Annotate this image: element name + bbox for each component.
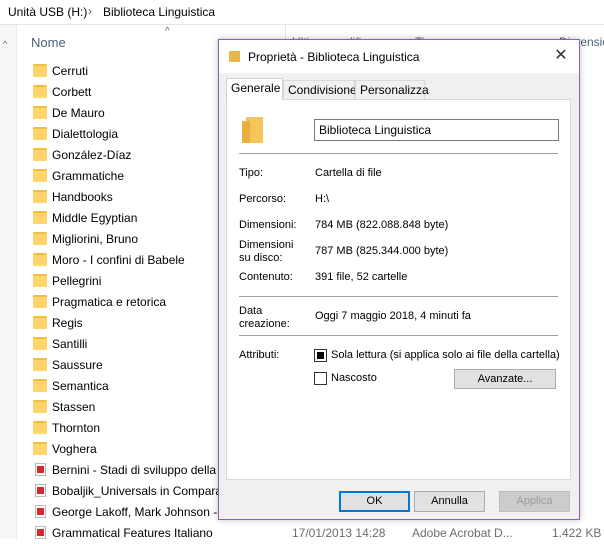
folder-icon [33, 295, 47, 308]
pdf-icon [35, 463, 46, 476]
folder-icon [33, 232, 47, 245]
file-name: Voghera [52, 442, 97, 456]
file-name: Corbett [52, 85, 92, 99]
folder-icon [242, 117, 263, 143]
folder-icon [33, 316, 47, 329]
file-size: 1.422 KB [552, 526, 602, 540]
folder-name-field[interactable]: Biblioteca Linguistica [314, 119, 559, 141]
file-name: Semantica [52, 379, 109, 393]
separator [239, 335, 558, 336]
breadcrumb-folder[interactable]: Biblioteca Linguistica [103, 5, 215, 19]
dialog-titlebar[interactable]: Proprietà - Biblioteca Linguistica ✕ [219, 40, 579, 73]
folder-icon [33, 64, 47, 77]
folder-icon [33, 127, 47, 140]
folder-icon [33, 358, 47, 371]
file-name: Handbooks [52, 190, 113, 204]
pdf-icon [35, 526, 46, 539]
size-value: 784 MB (822.088.848 byte) [315, 219, 449, 231]
file-name: Moro - I confini di Babele [52, 253, 185, 267]
folder-icon [33, 85, 47, 98]
folder-icon [33, 211, 47, 224]
file-name: Bobaljik_Universals in Compara [52, 484, 223, 498]
file-name: Saussure [52, 358, 103, 372]
disk-size-label-2: su disco: [239, 252, 283, 264]
pdf-icon [35, 505, 46, 518]
folder-icon [33, 337, 47, 350]
type-value: Cartella di file [315, 167, 382, 179]
separator [239, 296, 558, 297]
folder-icon [33, 106, 47, 119]
folder-icon [33, 148, 47, 161]
folder-icon [33, 253, 47, 266]
folder-icon [33, 190, 47, 203]
file-name: Santilli [52, 337, 88, 351]
file-type: Adobe Acrobat D... [412, 526, 513, 540]
path-value: H:\ [315, 193, 330, 205]
disk-size-label-1: Dimensioni [239, 239, 294, 251]
cancel-button[interactable]: Annulla [414, 491, 485, 512]
folder-icon [33, 421, 47, 434]
tab-generale[interactable]: Generale [226, 78, 283, 100]
path-label: Percorso: [239, 193, 287, 205]
folder-icon [33, 274, 47, 287]
created-value: Oggi 7 maggio 2018, 4 minuti fa [315, 310, 471, 322]
readonly-checkbox[interactable] [314, 349, 327, 362]
file-name: Grammatiche [52, 169, 125, 183]
folder-icon [229, 51, 240, 62]
close-icon[interactable]: ✕ [549, 46, 573, 66]
dialog-title: Proprietà - Biblioteca Linguistica [248, 50, 420, 64]
separator [239, 153, 558, 154]
chevron-right-icon: › [88, 4, 92, 18]
advanced-button[interactable]: Avanzate... [454, 369, 556, 389]
tab-condivisione[interactable]: Condivisione [283, 80, 357, 99]
column-name-header[interactable]: Nome [31, 35, 66, 50]
file-name: Thornton [52, 421, 101, 435]
file-date: 17/01/2013 14:28 [292, 526, 386, 540]
created-label-1: Data [239, 305, 263, 317]
navigation-pane[interactable]: ^ [0, 25, 17, 539]
file-name: Dialettologia [52, 127, 119, 141]
file-name: González-Díaz [52, 148, 132, 162]
file-name: Regis [52, 316, 83, 330]
hidden-label[interactable]: Nascosto [331, 372, 377, 384]
content-value: 391 file, 52 cartelle [315, 271, 408, 283]
file-name: De Mauro [52, 106, 105, 120]
tab-personalizza[interactable]: Personalizza [355, 80, 429, 99]
content-label: Contenuto: [239, 271, 293, 283]
ok-button[interactable]: OK [339, 491, 410, 512]
folder-icon [33, 400, 47, 413]
file-name: Pragmatica e retorica [52, 295, 167, 309]
hidden-checkbox[interactable] [314, 372, 327, 385]
type-label: Tipo: [239, 167, 264, 179]
readonly-label[interactable]: Sola lettura (si applica solo ai file de… [331, 349, 560, 361]
created-label-2: creazione: [239, 318, 290, 330]
file-name: George Lakoff, Mark Johnson - [52, 505, 218, 519]
folder-icon [33, 169, 47, 182]
file-name: Stassen [52, 400, 96, 414]
disk-size-value: 787 MB (825.344.000 byte) [315, 245, 449, 257]
file-name: Bernini - Stadi di sviluppo della [52, 463, 217, 477]
attributes-label: Attributi: [239, 349, 280, 361]
folder-icon [33, 379, 47, 392]
file-name: Middle Egyptian [52, 211, 138, 225]
pdf-icon [35, 484, 46, 497]
address-bar[interactable]: Unità USB (H:) › Biblioteca Linguistica [0, 0, 604, 25]
file-name: Migliorini, Bruno [52, 232, 139, 246]
general-panel: Biblioteca Linguistica Tipo: Cartella di… [226, 99, 571, 480]
file-name: Cerruti [52, 64, 89, 78]
apply-button[interactable]: Applica [499, 491, 570, 512]
file-name: Grammatical Features Italiano [52, 526, 213, 540]
sort-asc-icon: ^ [165, 26, 170, 37]
file-name: Pellegrini [52, 274, 102, 288]
list-item[interactable]: Grammatical Features Italiano 17/01/2013 … [30, 523, 604, 544]
chevron-up-icon[interactable]: ^ [3, 39, 7, 49]
properties-dialog: Proprietà - Biblioteca Linguistica ✕ Gen… [218, 39, 580, 520]
size-label: Dimensioni: [239, 219, 297, 231]
folder-icon [33, 442, 47, 455]
breadcrumb-drive[interactable]: Unità USB (H:) [8, 5, 87, 19]
